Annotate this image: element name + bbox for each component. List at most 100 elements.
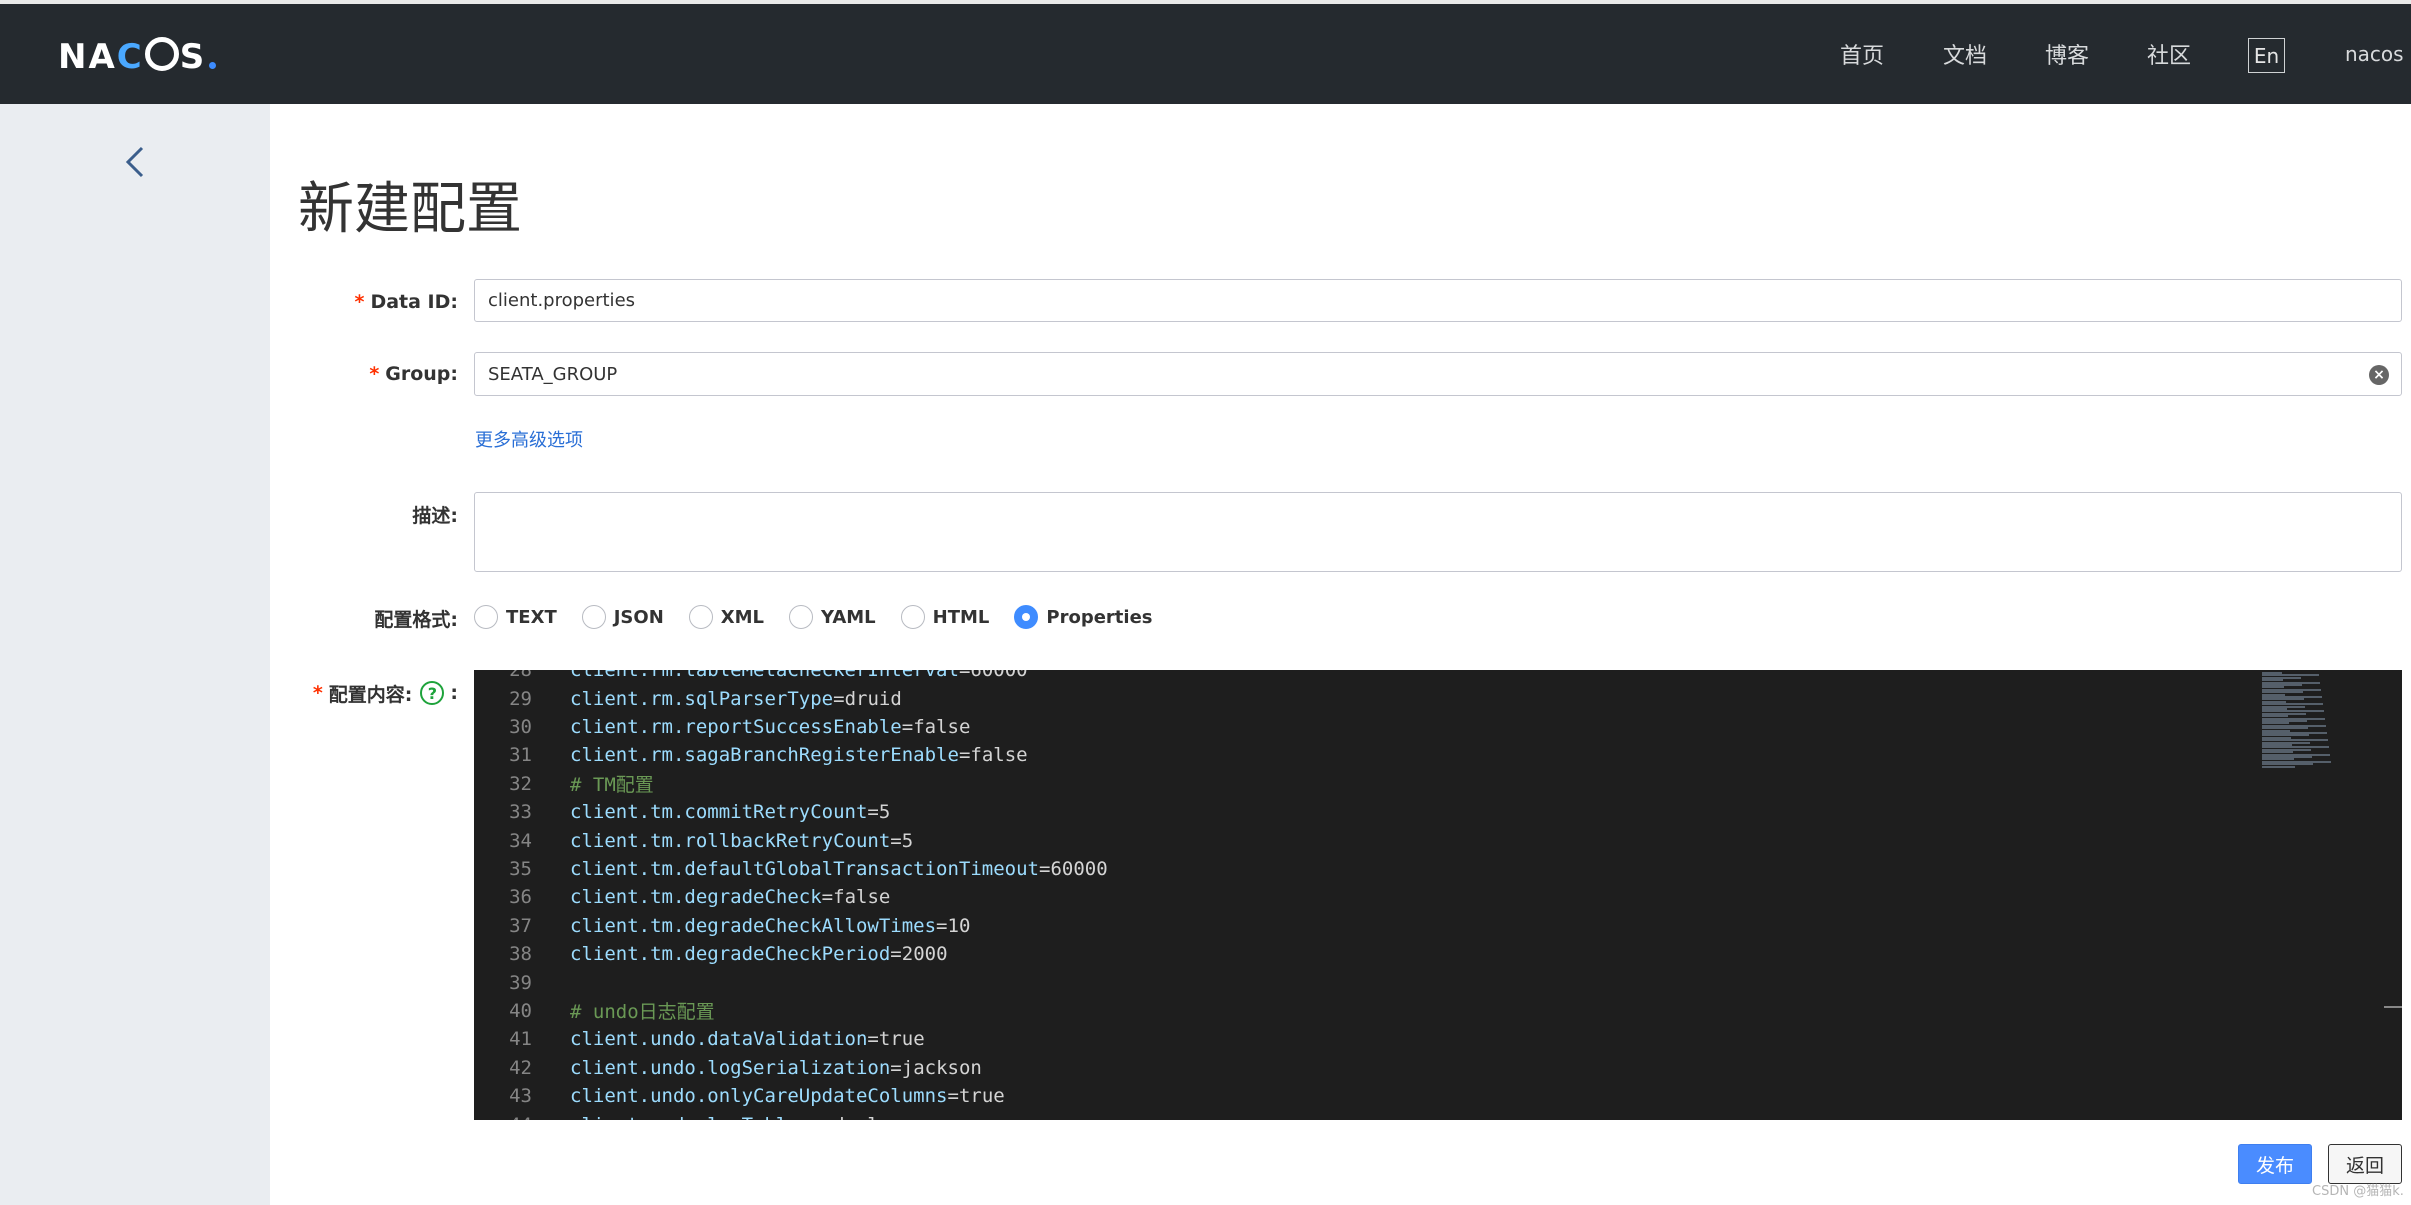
advanced-options-link[interactable]: 更多高级选项 bbox=[475, 426, 583, 452]
format-radio-yaml[interactable]: YAML bbox=[789, 605, 876, 629]
code-text: client.undo.dataValidation=true bbox=[570, 1028, 925, 1051]
nav-item-blog[interactable]: 博客 bbox=[2045, 4, 2089, 104]
required-mark: * bbox=[354, 291, 365, 313]
help-icon[interactable]: ? bbox=[420, 681, 445, 705]
code-line[interactable]: 36 client.tm.degradeCheck=false bbox=[474, 883, 2402, 911]
code-line[interactable]: 35 client.tm.defaultGlobalTransactionTime… bbox=[474, 855, 2402, 883]
nacos-logo[interactable]: NA C S bbox=[58, 31, 217, 77]
logo-text-left: NA bbox=[58, 37, 117, 77]
required-mark: * bbox=[312, 682, 323, 704]
language-switch-button[interactable]: En bbox=[2248, 38, 2285, 73]
radio-circle-icon[interactable] bbox=[789, 605, 814, 629]
format-radio-text[interactable]: TEXT bbox=[474, 605, 557, 629]
code-text: client.rm.sqlParserType=druid bbox=[570, 687, 902, 710]
description-label-text: 描述: bbox=[412, 504, 458, 527]
code-line[interactable]: 42 client.undo.logSerialization=jackson bbox=[474, 1054, 2402, 1082]
code-text: client.tm.rollbackRetryCount=5 bbox=[570, 829, 914, 852]
group-label: * Group: bbox=[369, 358, 458, 390]
line-number: 28 bbox=[509, 670, 532, 682]
nav-item-community[interactable]: 社区 bbox=[2147, 4, 2191, 104]
line-number: 38 bbox=[509, 943, 532, 966]
required-mark: * bbox=[369, 363, 380, 385]
data-id-input[interactable]: client.properties bbox=[474, 279, 2402, 322]
data-id-label: * Data ID: bbox=[355, 286, 459, 318]
line-number: 44 bbox=[474, 1114, 532, 1120]
line-number: 36 bbox=[509, 886, 532, 909]
code-text: client.undo.onlyCareUpdateColumns=true bbox=[570, 1085, 1005, 1108]
logo-dot-icon bbox=[209, 62, 217, 69]
logo-o-icon bbox=[144, 37, 179, 71]
code-line[interactable]: 29 client.rm.sqlParserType=druid bbox=[474, 684, 2402, 712]
back-button[interactable]: 返回 bbox=[2328, 1144, 2402, 1184]
page-title: 新建配置 bbox=[298, 177, 522, 242]
radio-circle-icon[interactable] bbox=[474, 605, 498, 629]
description-label: 描述: bbox=[412, 498, 458, 530]
line-number: 43 bbox=[509, 1085, 532, 1108]
format-radio-properties[interactable]: Properties bbox=[1014, 605, 1153, 629]
code-text: client.undo.logSerialization=jackson bbox=[570, 1056, 982, 1079]
code-line[interactable]: 43 client.undo.onlyCareUpdateColumns=true bbox=[474, 1082, 2402, 1110]
radio-circle-icon[interactable] bbox=[581, 605, 606, 629]
code-text: client.rm.reportSuccessEnable=false bbox=[570, 715, 971, 738]
group-input[interactable]: SEATA_GROUP × bbox=[474, 352, 2402, 396]
line-number: 32 bbox=[509, 772, 532, 795]
line-number: 35 bbox=[509, 857, 532, 880]
code-text: client.rm.sagaBranchRegisterEnable=false bbox=[570, 744, 1028, 767]
format-radio-html[interactable]: HTML bbox=[900, 605, 989, 629]
code-line[interactable]: 44 client.undo.logTable=undo_log bbox=[474, 1110, 2402, 1120]
content-label: * 配置内容: ? : bbox=[313, 677, 458, 709]
code-line[interactable]: 34 client.tm.rollbackRetryCount=5 bbox=[474, 826, 2402, 854]
content-label-text: 配置内容: bbox=[328, 683, 413, 706]
group-label-text: Group: bbox=[385, 363, 458, 385]
format-label-text: 配置格式: bbox=[374, 608, 458, 631]
code-line[interactable]: 40 # undo日志配置 bbox=[474, 997, 2402, 1025]
code-line[interactable]: 32 # TM配置 bbox=[474, 770, 2402, 798]
code-text: client.tm.degradeCheck=false bbox=[570, 886, 891, 909]
format-radio-xml[interactable]: XML bbox=[688, 605, 764, 629]
code-text: # TM配置 bbox=[570, 774, 654, 797]
code-text: client.tm.degradeCheckPeriod=2000 bbox=[570, 943, 948, 966]
description-textarea[interactable] bbox=[474, 492, 2402, 572]
radio-circle-icon[interactable] bbox=[900, 605, 925, 629]
code-text: # undo日志配置 bbox=[570, 1001, 715, 1024]
back-arrow-icon[interactable] bbox=[120, 142, 150, 182]
user-name[interactable]: nacos bbox=[2345, 38, 2404, 70]
code-text: client.tm.degradeCheckAllowTimes=10 bbox=[570, 914, 971, 937]
radio-circle-icon[interactable] bbox=[688, 605, 713, 629]
radio-checked-icon[interactable] bbox=[1014, 605, 1039, 629]
nav-link-community[interactable]: 社区 bbox=[2147, 38, 2191, 70]
code-line[interactable]: 41 client.undo.dataValidation=true bbox=[474, 1025, 2402, 1053]
format-radio-group: TEXT JSON XML YAML HTML Properties bbox=[474, 602, 1178, 632]
format-radio-json[interactable]: JSON bbox=[581, 605, 664, 629]
nav-item-docs[interactable]: 文档 bbox=[1943, 4, 1987, 104]
code-line[interactable]: 30 client.rm.reportSuccessEnable=false bbox=[474, 713, 2402, 741]
line-number: 39 bbox=[509, 971, 532, 994]
nav-link-docs[interactable]: 文档 bbox=[1943, 38, 1987, 70]
code-line[interactable]: 33 client.tm.commitRetryCount=5 bbox=[474, 798, 2402, 826]
group-input-value: SEATA_GROUP bbox=[488, 363, 618, 385]
code-line[interactable]: 31 client.rm.sagaBranchRegisterEnable=fal… bbox=[474, 741, 2402, 769]
clear-icon[interactable]: × bbox=[2369, 365, 2389, 385]
code-line[interactable]: 38 client.tm.degradeCheckPeriod=2000 bbox=[474, 940, 2402, 968]
logo-text-right: S bbox=[179, 37, 207, 77]
code-line[interactable]: 37 client.tm.degradeCheckAllowTimes=10 bbox=[474, 912, 2402, 940]
sidebar bbox=[0, 104, 270, 1205]
line-number: 31 bbox=[509, 744, 532, 767]
nav-item-home[interactable]: 首页 bbox=[1840, 4, 1884, 104]
nav-link-home[interactable]: 首页 bbox=[1840, 38, 1884, 70]
nav-link-blog[interactable]: 博客 bbox=[2045, 38, 2089, 70]
line-number: 34 bbox=[509, 829, 532, 852]
code-text: client.tm.defaultGlobalTransactionTimeou… bbox=[570, 857, 1108, 880]
line-number: 40 bbox=[509, 999, 532, 1022]
code-editor[interactable]: 28 client.rm.tableMetaCheckerInterval=600… bbox=[474, 670, 2402, 1120]
publish-button[interactable]: 发布 bbox=[2238, 1144, 2312, 1184]
line-number: 29 bbox=[509, 687, 532, 710]
format-label: 配置格式: bbox=[374, 602, 458, 634]
content-label-colon: : bbox=[450, 682, 458, 704]
code-line[interactable]: 28 client.rm.tableMetaCheckerInterval=600… bbox=[474, 670, 2402, 684]
code-line[interactable]: 39 bbox=[474, 968, 2402, 996]
line-number: 41 bbox=[509, 1028, 532, 1051]
line-number: 37 bbox=[509, 914, 532, 937]
code-text: client.undo.logTable=undo_log bbox=[570, 1114, 902, 1120]
code-text: client.rm.tableMetaCheckerInterval=60000 bbox=[570, 670, 1028, 682]
